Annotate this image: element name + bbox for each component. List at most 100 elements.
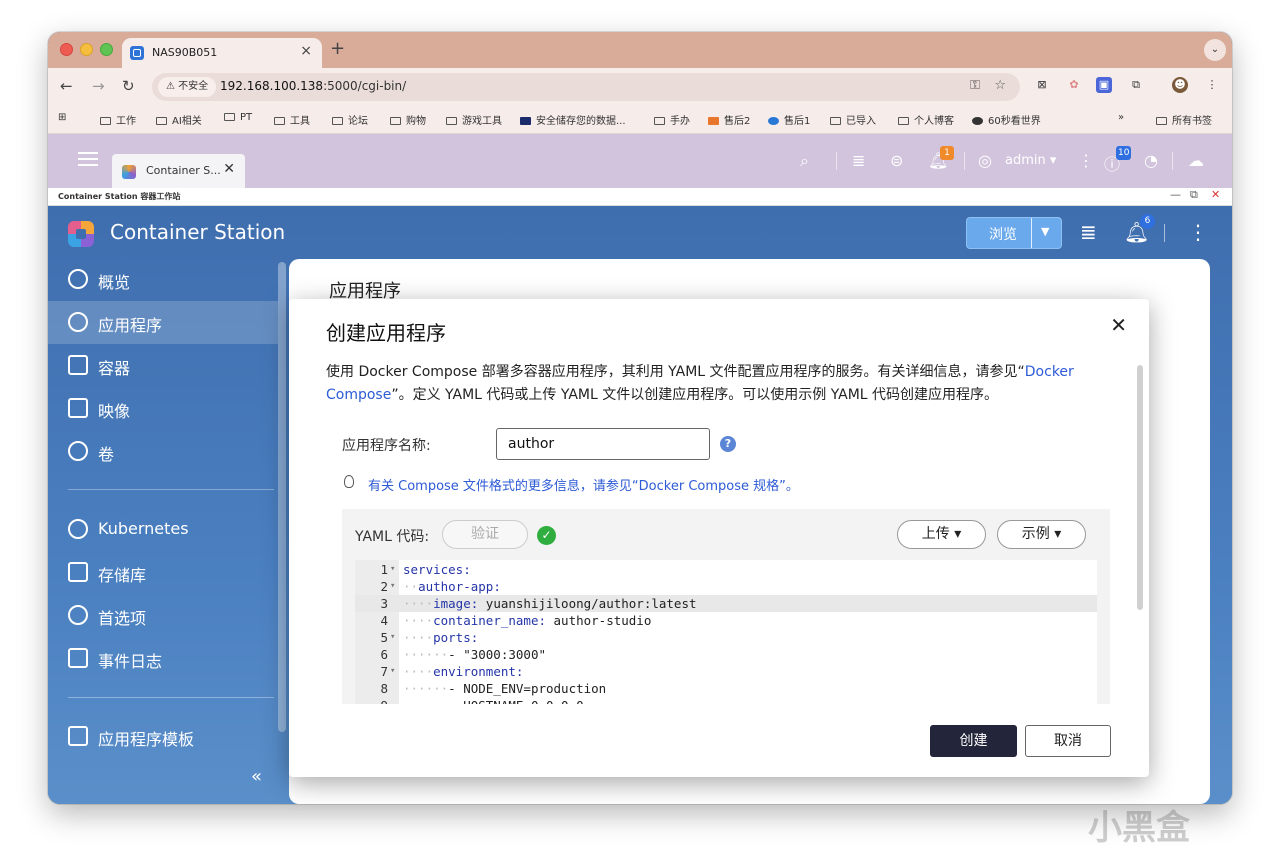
bookmarks-more-button[interactable]: » [1118, 112, 1124, 123]
chevron-down-icon[interactable]: ▼ [1041, 225, 1049, 238]
extensions-icon[interactable]: ⧉ [1128, 77, 1144, 93]
code-line[interactable]: 7 ▾ ····environment: [355, 663, 1097, 680]
browse-button[interactable]: 浏览 ▼ [966, 217, 1062, 249]
bookmark-item[interactable]: 个人博客 [898, 112, 954, 127]
code-line[interactable]: 1 ▾ services: [355, 561, 1097, 578]
folder-icon [224, 113, 235, 121]
fold-chevron-icon[interactable]: ▾ [390, 578, 395, 595]
bookmark-item[interactable]: 游戏工具 [446, 112, 502, 127]
star-icon[interactable]: ☆ [994, 78, 1006, 93]
user-avatar-icon[interactable]: ◎ [978, 151, 992, 170]
back-icon[interactable]: ← [60, 77, 73, 95]
sidebar-item-label: 首选项 [98, 609, 147, 628]
folder-icon [390, 117, 401, 125]
minimize-window-icon[interactable] [80, 43, 93, 56]
profile-icon[interactable]: ☻ [1172, 77, 1188, 93]
help-icon[interactable]: ? [720, 436, 736, 452]
upload-button[interactable]: 上传 ▾ [897, 520, 986, 549]
bookmark-item[interactable]: 工具 [274, 112, 310, 127]
sidebar-item-images[interactable]: 映像 [48, 387, 278, 430]
fold-chevron-icon[interactable]: ▾ [390, 629, 395, 646]
qts-app-tab[interactable]: Container S... ✕ [112, 154, 245, 188]
code-line[interactable]: 8 ······- NODE_ENV=production [355, 680, 1097, 697]
dialog-scrollbar[interactable] [1137, 365, 1143, 610]
browser-tab[interactable]: NAS90B051 × [122, 38, 322, 68]
forward-icon[interactable]: → [92, 77, 105, 95]
collapse-sidebar-button[interactable]: « [251, 766, 262, 787]
reload-icon[interactable]: ↻ [122, 77, 135, 95]
search-icon[interactable]: ⌕ [800, 151, 809, 171]
sidebar-item-overview[interactable]: 概览 [48, 258, 278, 301]
close-window-icon[interactable] [60, 43, 73, 56]
minimize-icon[interactable]: — [1170, 188, 1181, 201]
bookmark-item[interactable]: 手办 [654, 112, 690, 127]
external-device-icon[interactable]: ⊜ [890, 151, 903, 170]
fold-chevron-icon[interactable]: ▾ [390, 663, 395, 680]
close-icon[interactable]: ✕ [1211, 188, 1220, 201]
code-line[interactable]: 9 ······- HOSTNAME=0.0.0.0 [355, 697, 1097, 704]
bookmark-item[interactable]: 论坛 [332, 112, 368, 127]
yaml-value: - HOSTNAME=0.0.0.0 [448, 698, 583, 704]
sidebar-scrollbar[interactable] [278, 262, 286, 732]
background-tasks-icon[interactable]: ≣ [852, 151, 865, 170]
compose-spec-link[interactable]: 有关 Compose 文件格式的更多信息，请参见“Docker Compose … [368, 475, 799, 494]
dashboard-gauge-icon[interactable]: ◔ [1144, 151, 1158, 170]
tab-search-button[interactable]: ⌄ [1204, 39, 1226, 61]
sidebar-item-event-log[interactable]: 事件日志 [48, 637, 278, 680]
bookmark-item[interactable]: 工作 [100, 112, 136, 127]
whitespace-marker: ···· [403, 613, 434, 628]
bookmark-item[interactable]: AI相关 [156, 112, 202, 127]
bookmark-item[interactable]: 售后2 [708, 112, 750, 127]
code-line[interactable]: 4 ····container_name: author-studio [355, 612, 1097, 629]
app-name-input[interactable] [496, 428, 710, 460]
more-icon[interactable]: ⋮ [1188, 220, 1208, 244]
close-icon[interactable]: ✕ [1110, 313, 1127, 337]
yaml-code-editor[interactable]: 1 ▾ services: 2 ▾ ··author-app: 3 ····image: yu… [355, 560, 1097, 704]
sidebar-item-repository[interactable]: 存储库 [48, 551, 278, 594]
qts-tab-close-icon[interactable]: ✕ [223, 161, 235, 177]
apps-grid-icon[interactable]: ⊞ [58, 112, 66, 123]
bookmark-item[interactable]: 已导入 [830, 112, 876, 127]
bookmark-item[interactable]: 60秒看世界 [972, 112, 1041, 127]
insecure-badge[interactable]: ⚠ 不安全 [158, 77, 217, 97]
example-button[interactable]: 示例 ▾ [997, 520, 1086, 549]
sidebar-item-preferences[interactable]: 首选项 [48, 594, 278, 637]
new-tab-button[interactable]: + [330, 38, 345, 59]
verify-button[interactable]: 验证 [442, 520, 528, 549]
menu-icon[interactable]: ⋮ [1204, 77, 1220, 93]
bookmark-item[interactable]: PT [224, 112, 252, 123]
maximize-window-icon[interactable] [100, 43, 113, 56]
bookmark-item[interactable]: 安全储存您的数据... [520, 112, 626, 127]
code-line[interactable]: 2 ▾ ··author-app: [355, 578, 1097, 595]
fold-chevron-icon[interactable]: ▾ [390, 561, 395, 578]
extension-icon-3[interactable]: ▣ [1096, 77, 1112, 93]
sidebar-item-app-templates[interactable]: 应用程序模板 [48, 715, 278, 758]
create-button[interactable]: 创建 [930, 725, 1017, 757]
url-text[interactable]: 192.168.100.138:5000/cgi-bin/ [220, 79, 406, 93]
restore-icon[interactable]: ⧉ [1190, 188, 1198, 202]
address-bar[interactable]: ⚠ 不安全 192.168.100.138:5000/cgi-bin/ ⚿ ☆ [152, 73, 1020, 101]
bookmark-item[interactable]: 购物 [390, 112, 426, 127]
extension-icon-1[interactable]: ⊠ [1034, 77, 1050, 93]
more-options-icon[interactable]: ⋮ [1078, 151, 1094, 170]
key-icon[interactable]: ⚿ [970, 78, 980, 93]
hamburger-menu-icon[interactable] [78, 152, 98, 166]
sidebar-item-containers[interactable]: 容器 [48, 344, 278, 387]
all-bookmarks-button[interactable]: 所有书签 [1156, 112, 1212, 127]
tasks-icon[interactable]: ≣ [1080, 220, 1097, 244]
extension-icon-2[interactable]: ✿ [1066, 77, 1082, 93]
code-line[interactable]: 3 ····image: yuanshijiloong/author:latest [355, 595, 1097, 612]
sidebar-item-volumes[interactable]: 卷 [48, 430, 278, 473]
description-text: 使用 Docker Compose 部署多容器应用程序，其利用 YAML 文件配… [326, 364, 1025, 380]
code-line[interactable]: 6 ······- "3000:3000" [355, 646, 1097, 663]
code-line[interactable]: 5 ▾ ····ports: [355, 629, 1097, 646]
sidebar-item-kubernetes[interactable]: Kubernetes [48, 508, 278, 551]
separator [964, 152, 965, 170]
cloud-icon[interactable]: ☁ [1188, 151, 1204, 170]
tab-close-icon[interactable]: × [300, 43, 312, 59]
user-name[interactable]: admin ▾ [1005, 153, 1056, 168]
yaml-key: environment: [433, 664, 524, 679]
cancel-button[interactable]: 取消 [1025, 725, 1111, 757]
bookmark-item[interactable]: 售后1 [768, 112, 810, 127]
sidebar-item-applications[interactable]: 应用程序 [48, 301, 278, 344]
